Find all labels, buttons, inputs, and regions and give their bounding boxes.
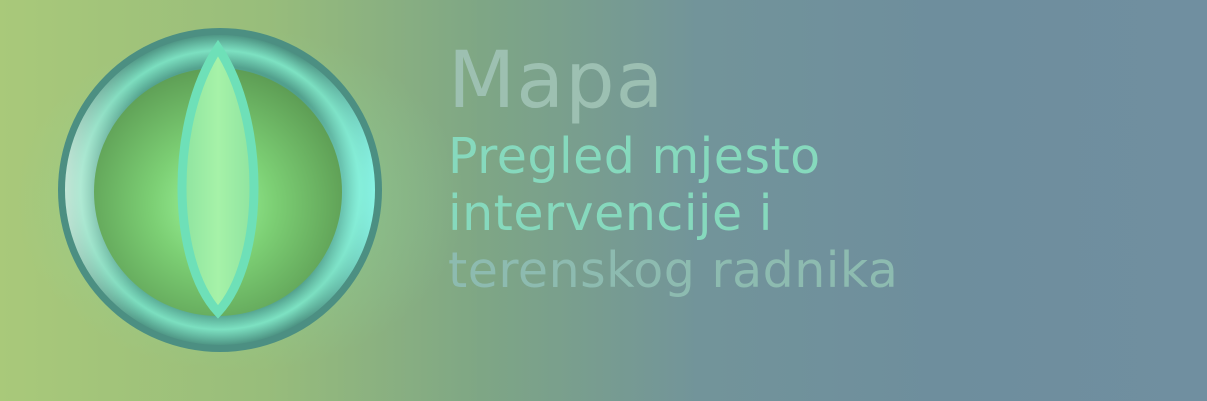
banner-subtitle: Pregled mjesto intervencije i terenskog … bbox=[448, 128, 1168, 299]
subtitle-line-1: Pregled mjesto bbox=[448, 128, 821, 185]
subtitle-line-3: terenskog radnika bbox=[448, 242, 899, 299]
map-banner: Mapa Pregled mjesto intervencije i teren… bbox=[0, 0, 1207, 401]
subtitle-line-2: intervencije i bbox=[448, 185, 773, 242]
banner-text: Mapa Pregled mjesto intervencije i teren… bbox=[448, 34, 1168, 299]
globe-icon bbox=[58, 28, 382, 352]
banner-title: Mapa bbox=[448, 36, 665, 126]
